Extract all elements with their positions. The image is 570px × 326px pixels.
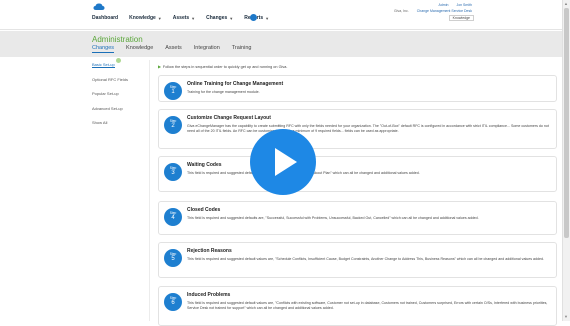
arrow-icon: ▶ [158,65,161,69]
sidebar-item-label: Popular Set-up [92,91,119,96]
company-name: Giva, Inc. [393,9,409,13]
step-number: 6 [171,300,175,306]
cloud-logo-icon[interactable] [93,3,105,11]
step-card[interactable]: Step 5 Rejection Reasons This field is requ… [158,242,557,278]
step-title[interactable]: Online Training for Change Management [187,81,283,87]
step-badge: Step 1 [164,82,182,100]
intro-label: Follow the steps in sequential order to … [162,65,288,69]
scroll-thumb[interactable] [564,8,569,238]
page-title: Administration [92,35,143,44]
caret-down-icon: ▼ [191,15,196,21]
step-badge: Step 4 [164,208,182,226]
step-card[interactable]: Step 3 Waiting Codes This field is required… [158,156,557,192]
mouse-cursor-highlight [116,58,121,63]
nav-item-knowledge[interactable]: Knowledge ▼ [129,15,162,21]
intro-text: ▶ Follow the steps in sequential order to… [158,64,287,69]
step-description: This field is required and suggested def… [187,171,420,175]
scroll-down-icon[interactable]: ▼ [564,314,568,319]
caret-down-icon: ▼ [229,15,234,21]
step-description: This field is required and suggested def… [187,301,548,311]
search-scope-select[interactable]: Knowledge [448,15,474,21]
nav-item-dashboard[interactable]: Dashboard [92,15,118,21]
help-icon[interactable] [250,14,257,21]
sidebar-item-label: Show All [92,120,108,125]
step-number: 2 [171,123,175,129]
scroll-up-icon[interactable]: ▲ [564,1,568,6]
sidebar-item-label: Basic Set-up [92,62,115,68]
tab-changes[interactable]: Changes [92,45,115,53]
sidebar-item-show-all[interactable]: Show All [92,121,147,136]
tab-integration[interactable]: Integration [194,45,220,53]
step-title[interactable]: Closed Codes [187,207,220,213]
step-card[interactable]: Step 6 Induced Problems This field is requi… [158,286,557,326]
vertical-scrollbar[interactable]: ▲ ▼ [562,0,570,321]
play-icon[interactable] [250,129,316,195]
step-badge: Step 6 [164,293,182,311]
step-title[interactable]: Induced Problems [187,292,230,298]
tab-assets[interactable]: Assets [165,45,182,53]
sidebar-item-popular-set-up[interactable]: Popular Set-up [92,92,147,107]
tab-knowledge[interactable]: Knowledge [126,45,153,53]
nav-item-label: Assets [172,15,190,21]
caret-down-icon: ▼ [265,15,270,21]
step-description: This field is required and suggested def… [187,216,479,220]
sidebar-divider [149,60,150,321]
nav-item-label: Changes [206,15,228,21]
step-badge: Step 2 [164,116,182,134]
sidebar-item-label: Optional RFC Fields [92,76,129,82]
sidebar-item-basic-set-up[interactable]: Basic Set-up [92,62,147,78]
sidebar-item-optional-rfc-fields[interactable]: Optional RFC Fields [92,76,147,93]
step-description: Training for the change management modul… [187,90,260,94]
step-number: 3 [171,170,175,176]
setup-sidebar: Basic Set-up Optional RFC Fields Popular S… [92,62,147,136]
step-badge: Step 3 [164,163,182,181]
step-title[interactable]: Rejection Reasons [187,248,232,254]
caret-down-icon: ▼ [157,15,162,21]
step-description: Giva eChangeManager has the capability t… [187,124,549,134]
sidebar-item-label: Advanced Set-up [92,105,123,111]
top-navigation-bar: DashboardKnowledge▼Assets▼Changes▼Report… [0,0,562,30]
service-desk-link[interactable]: Change Management Service Desk [417,8,472,14]
nav-item-assets[interactable]: Assets ▼ [173,15,195,21]
step-card[interactable]: Step 4 Closed Codes This field is required … [158,201,557,235]
step-badge: Step 5 [164,249,182,267]
main-nav: DashboardKnowledge▼Assets▼Changes▼Report… [92,15,269,21]
step-title[interactable]: Waiting Codes [187,162,222,168]
user-info: Admin Jon Smith Giva, Inc. Change Manage… [362,2,474,21]
step-number: 4 [171,215,175,221]
step-title[interactable]: Customize Change Request Layout [187,115,271,121]
sidebar-item-advanced-set-up[interactable]: Advanced Set-up [92,105,147,122]
nav-item-changes[interactable]: Changes ▼ [206,15,233,21]
admin-header [0,31,562,57]
step-description: This field is required and suggested def… [187,257,545,261]
play-triangle [275,148,297,176]
nav-item-label: Dashboard [92,15,119,21]
tab-training[interactable]: Training [232,45,252,53]
step-card[interactable]: Step 1 Online Training for Change Manageme… [158,75,557,102]
nav-item-label: Knowledge [129,15,156,21]
admin-tabs: Changes Knowledge Assets Integration Trainin… [92,45,251,53]
step-number: 1 [171,89,175,95]
step-number: 5 [171,256,175,262]
step-card[interactable]: Step 2 Customize Change Request Layout Giva… [158,109,557,149]
